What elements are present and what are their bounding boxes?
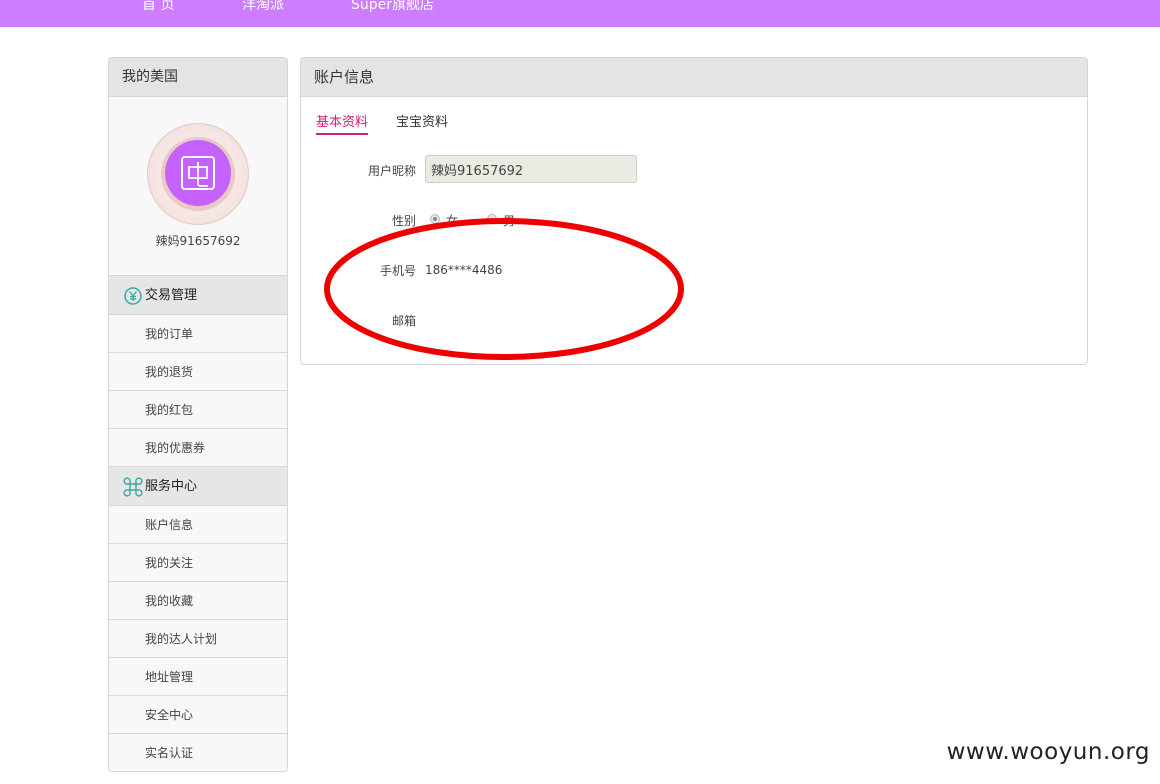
avatar-badge: [165, 140, 231, 206]
phone-label: 手机号: [379, 264, 416, 278]
top-nav: 首 页 洋淘派 Super旗舰店: [0, 0, 1160, 27]
nickname-field[interactable]: [425, 155, 637, 183]
account-info-panel: 账户信息 基本资料 宝宝资料 用户昵称 性别 女 男 手机号 186****44…: [300, 57, 1088, 365]
section-title: 交易管理: [145, 288, 198, 303]
menu-item-account-info[interactable]: 账户信息: [109, 506, 287, 544]
profile-card: 辣妈91657692: [109, 97, 287, 276]
menu-item-real-name-verification[interactable]: 实名认证: [109, 734, 287, 771]
menu-item-my-coupons[interactable]: 我的优惠券: [109, 429, 287, 467]
nav-home-link[interactable]: 首 页: [142, 0, 174, 14]
nav-yangtaopai-link[interactable]: 洋淘派: [242, 0, 284, 14]
radio-selected-dot: [433, 217, 437, 221]
profile-username: 辣妈91657692: [155, 234, 241, 248]
menu-item-expert-plan[interactable]: 我的达人计划: [109, 620, 287, 658]
service-knot-icon: [123, 477, 143, 497]
avatar[interactable]: [147, 123, 249, 225]
watermark-text: www.wooyun.org: [946, 739, 1150, 765]
sidebar: 我的美国 辣妈91657692 交易管理 我的订单 我的退货 我的红包 我的优惠…: [108, 57, 288, 772]
sidebar-title: 我的美国: [109, 58, 287, 97]
gender-female-label: 女: [446, 214, 459, 228]
email-label: 邮箱: [391, 314, 416, 328]
panel-title: 账户信息: [301, 58, 1087, 97]
section-service-center: 服务中心: [109, 467, 287, 506]
menu-item-my-returns[interactable]: 我的退货: [109, 353, 287, 391]
menu-item-address-management[interactable]: 地址管理: [109, 658, 287, 696]
tab-basic-info[interactable]: 基本资料: [316, 114, 369, 135]
yen-circle-icon: [124, 287, 142, 305]
phone-value: 186****4486: [425, 263, 503, 277]
nav-super-store-link[interactable]: Super旗舰店: [351, 0, 434, 14]
gender-female-radio[interactable]: [430, 214, 440, 224]
nickname-label: 用户昵称: [367, 164, 416, 178]
gender-label: 性别: [391, 214, 416, 228]
store-logo-icon: [181, 156, 215, 190]
gender-male-radio[interactable]: [487, 214, 497, 224]
menu-item-my-follows[interactable]: 我的关注: [109, 544, 287, 582]
menu-item-my-red-packets[interactable]: 我的红包: [109, 391, 287, 429]
menu-item-security-center[interactable]: 安全中心: [109, 696, 287, 734]
section-title: 服务中心: [145, 479, 198, 494]
menu-item-my-favorites[interactable]: 我的收藏: [109, 582, 287, 620]
menu-item-my-orders[interactable]: 我的订单: [109, 315, 287, 353]
avatar-ring: [161, 137, 235, 211]
section-trade-management: 交易管理: [109, 276, 287, 315]
tab-baby-info[interactable]: 宝宝资料: [396, 114, 448, 132]
gender-male-label: 男: [503, 214, 516, 228]
